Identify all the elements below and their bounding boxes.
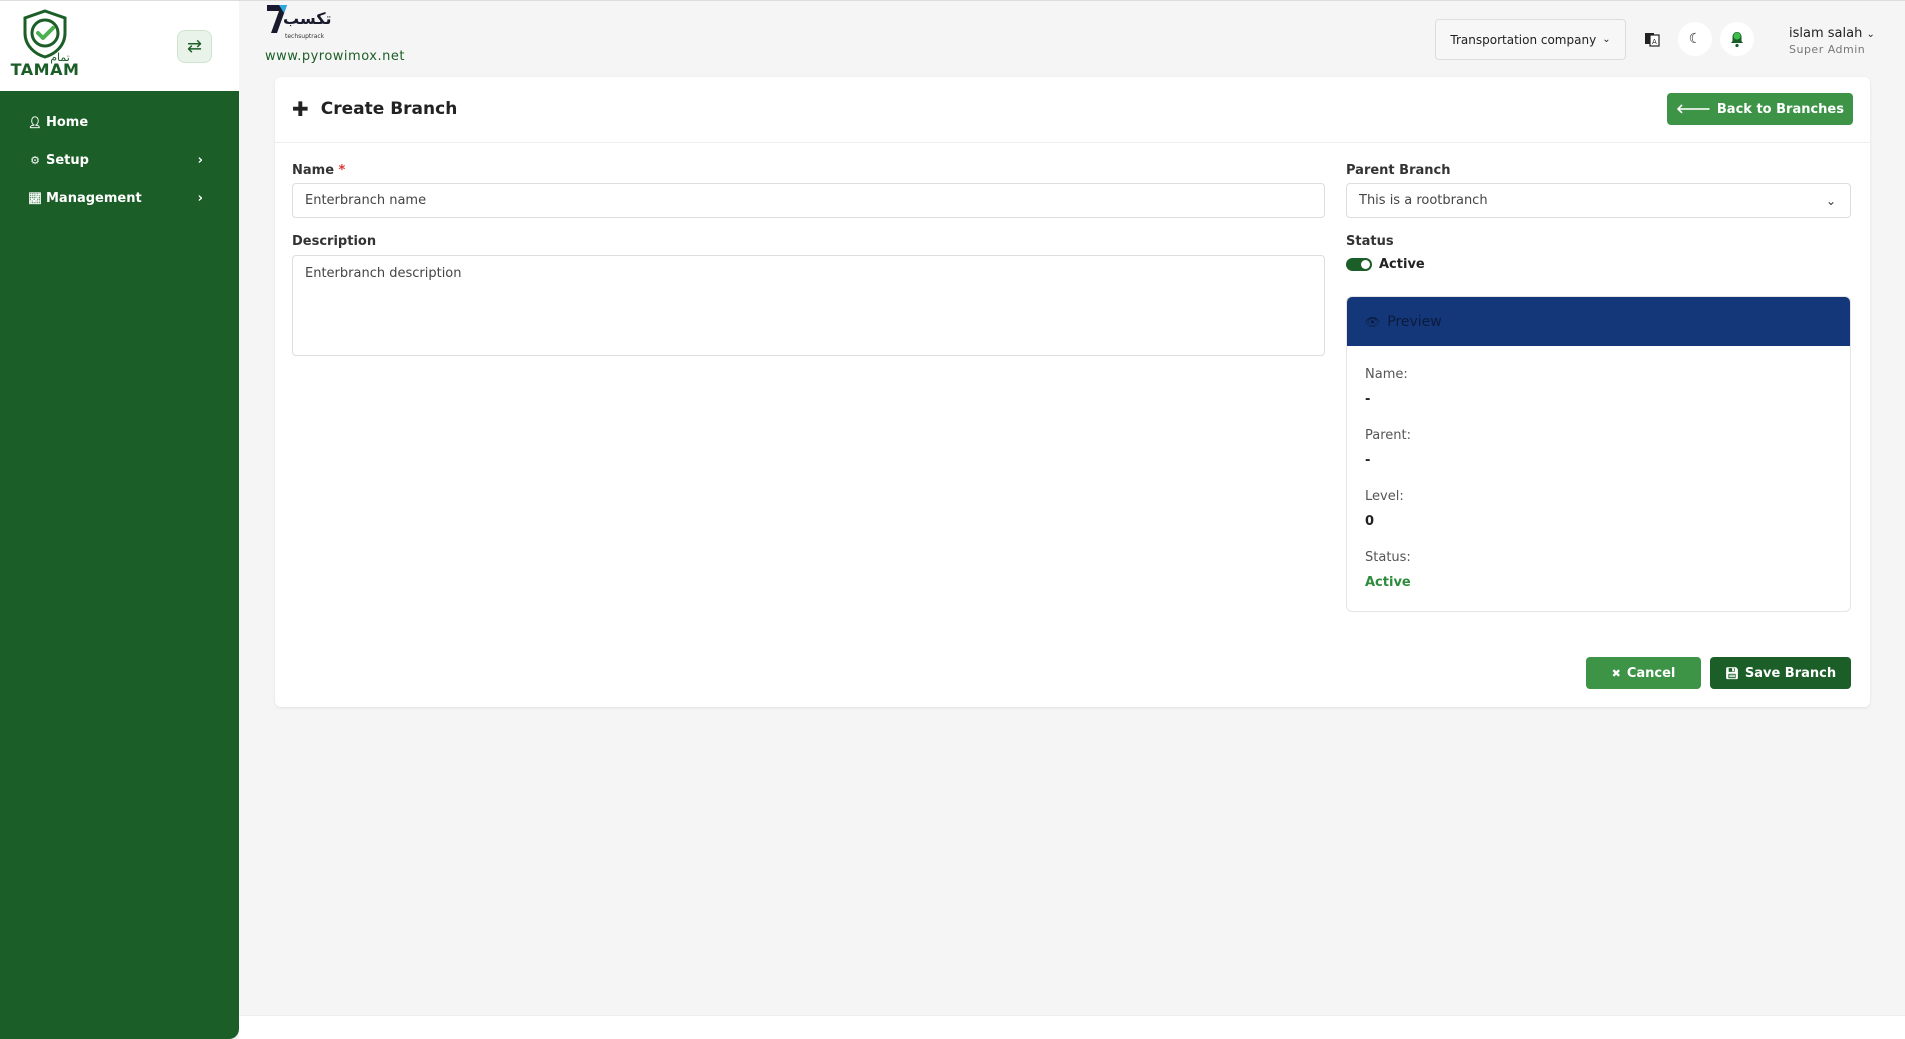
moon-icon: ☾ bbox=[1688, 31, 1702, 47]
name-input[interactable]: Enterbranch name bbox=[292, 183, 1325, 218]
sidebar: تمام TAMAM ⇄ 👤︎ Home ⚙ Setup › 📈︎ Manage… bbox=[0, 0, 239, 1039]
preview-name-value: - bbox=[1365, 392, 1371, 407]
user-name: islam salah ⌄ bbox=[1789, 26, 1875, 41]
cancel-button-label: Cancel bbox=[1626, 665, 1676, 681]
sidebar-item-label: Management bbox=[46, 190, 142, 206]
sidebar-header: تمام TAMAM ⇄ bbox=[0, 0, 239, 91]
brand-arabic-text: تكسب bbox=[283, 9, 332, 28]
brand-url: www.pyrowimox.net bbox=[265, 49, 405, 64]
cancel-button[interactable]: ✖ Cancel bbox=[1586, 657, 1701, 689]
dark-mode-toggle[interactable]: ☾ bbox=[1678, 22, 1712, 56]
preview-title: Preview bbox=[1387, 313, 1442, 330]
sidebar-item-setup[interactable]: ⚙ Setup › bbox=[0, 141, 239, 179]
status-label: Status bbox=[1346, 234, 1394, 249]
brand-small-text: techsuptrack bbox=[285, 33, 325, 40]
description-label: Description bbox=[292, 234, 377, 249]
page-title: ✚ Create Branch bbox=[292, 97, 457, 121]
page-title-text: Create Branch bbox=[320, 99, 458, 119]
user-role: Super Admin bbox=[1789, 43, 1866, 56]
required-marker: * bbox=[338, 163, 346, 178]
eye-icon: 👁︎ bbox=[1365, 314, 1381, 329]
notifications-button[interactable] bbox=[1720, 22, 1754, 56]
brand-logo: تكسب techsuptrack bbox=[265, 3, 332, 47]
preview-parent-label: Parent: bbox=[1365, 428, 1411, 443]
toggle-switch-icon[interactable] bbox=[1346, 258, 1372, 271]
brand[interactable]: تكسب techsuptrack www.pyrowimox.net bbox=[265, 3, 405, 64]
name-label: Name * bbox=[292, 163, 346, 178]
chevron-right-icon: › bbox=[197, 190, 203, 206]
preview-header: 👁︎ Preview bbox=[1347, 297, 1850, 346]
swap-arrows-icon: ⇄ bbox=[186, 36, 203, 57]
language-icon[interactable]: A bbox=[1635, 22, 1669, 56]
parent-branch-value: This is a rootbranch bbox=[1359, 193, 1488, 208]
floppy-disk-icon: 💾︎ bbox=[1724, 666, 1739, 680]
user-menu[interactable]: islam salah ⌄ Super Admin bbox=[1789, 26, 1875, 56]
parent-branch-select[interactable]: This is a rootbranch ⌄ bbox=[1346, 183, 1851, 218]
preview-status-value: Active bbox=[1365, 575, 1411, 590]
preview-level-label: Level: bbox=[1365, 489, 1404, 504]
chevron-down-icon: ⌄ bbox=[1825, 193, 1836, 208]
user-icon: 👤︎ bbox=[28, 115, 42, 129]
caret-down-icon: ⌄ bbox=[1602, 34, 1611, 45]
logo-text: TAMAM bbox=[10, 60, 80, 79]
back-button-label: Back to Branches bbox=[1716, 101, 1844, 117]
description-textarea[interactable]: Enterbranch description bbox=[292, 255, 1325, 356]
sidebar-item-label: Home bbox=[46, 114, 89, 130]
sidebar-item-management[interactable]: 📈︎ Management › bbox=[0, 179, 239, 217]
preview-status-label: Status: bbox=[1365, 550, 1411, 565]
sidebar-nav: 👤︎ Home ⚙ Setup › 📈︎ Management › bbox=[0, 91, 239, 217]
chevron-right-icon: › bbox=[197, 152, 203, 168]
sidebar-item-label: Setup bbox=[46, 152, 89, 168]
name-placeholder: Enterbranch name bbox=[305, 193, 427, 208]
company-selector[interactable]: Transportation company ⌄ bbox=[1435, 19, 1626, 60]
translate-icon: A bbox=[1645, 33, 1660, 47]
save-button-label: Save Branch bbox=[1744, 665, 1837, 681]
preview-name-label: Name: bbox=[1365, 367, 1408, 382]
top-header: تكسب techsuptrack www.pyrowimox.net Tran… bbox=[239, 0, 1905, 72]
close-icon: ✖ bbox=[1611, 666, 1621, 680]
status-toggle[interactable]: Active bbox=[1346, 257, 1425, 272]
line-chart-icon: 📈︎ bbox=[28, 191, 42, 205]
svg-text:A: A bbox=[1652, 38, 1657, 46]
company-selector-label: Transportation company bbox=[1450, 32, 1597, 47]
create-branch-card: ✚ Create Branch 🡐 Back to Branches Name … bbox=[275, 77, 1870, 707]
preview-panel: 👁︎ Preview Name: - Parent: - Level: 0 St… bbox=[1346, 296, 1851, 612]
parent-branch-label: Parent Branch bbox=[1346, 163, 1451, 178]
arrow-left-icon: 🡐 bbox=[1676, 102, 1711, 117]
chevron-down-icon: ⌄ bbox=[1866, 29, 1875, 40]
gears-icon: ⚙ bbox=[30, 153, 40, 167]
description-placeholder: Enterbranch description bbox=[305, 266, 462, 281]
bell-icon bbox=[1731, 32, 1743, 48]
footer bbox=[239, 1015, 1905, 1039]
back-to-branches-button[interactable]: 🡐 Back to Branches bbox=[1667, 93, 1853, 125]
save-branch-button[interactable]: 💾︎ Save Branch bbox=[1710, 657, 1851, 689]
card-header: ✚ Create Branch 🡐 Back to Branches bbox=[275, 77, 1870, 143]
plus-icon: ✚ bbox=[292, 97, 309, 121]
tamam-logo[interactable]: تمام TAMAM bbox=[10, 9, 80, 83]
sidebar-item-home[interactable]: 👤︎ Home bbox=[0, 103, 239, 141]
status-toggle-label: Active bbox=[1379, 257, 1425, 272]
preview-level-value: 0 bbox=[1365, 514, 1375, 529]
preview-parent-value: - bbox=[1365, 453, 1371, 468]
sidebar-toggle-button[interactable]: ⇄ bbox=[177, 30, 212, 63]
